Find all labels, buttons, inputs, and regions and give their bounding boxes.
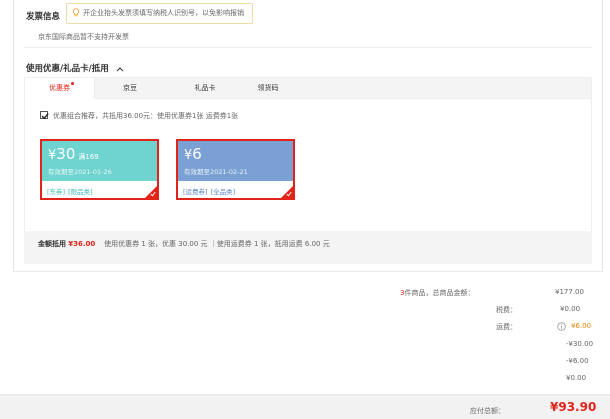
coupon-condition: 满169: [78, 153, 99, 161]
tab-gift-card[interactable]: 礼品卡: [170, 78, 240, 99]
shipping-discount-amount: -¥6.00: [566, 357, 589, 365]
total-row-goods: 3件商品，总商品金额：: [400, 288, 474, 298]
tab-label: 领货码: [257, 84, 279, 92]
coupon-validity: 有效期至2021-02-21: [184, 168, 248, 176]
tax-amount: ¥0.00: [560, 305, 581, 313]
new-dot-icon: [71, 82, 74, 85]
coupon-tag: [运费券]: [183, 188, 208, 196]
invoice-tip-text: 开企业抬头发票须填写纳税人识别号，以免影响报销: [83, 9, 244, 17]
tab-label: 礼品卡: [194, 84, 216, 92]
coupon-tag: [全品类]: [210, 188, 236, 196]
lightbulb-icon: [72, 8, 80, 17]
invoice-tip: 开企业抬头发票须填写纳税人识别号，以免影响报销: [66, 3, 253, 24]
chevron-up-icon: [116, 66, 124, 71]
coupon-card[interactable]: ¥30 满169 有效期至2021-01-26 [东券] [限品类]: [40, 139, 159, 200]
payable-label: 应付总额：: [470, 407, 505, 415]
tab-jingdou[interactable]: 京豆: [95, 78, 165, 99]
selected-check-icon: [150, 191, 156, 197]
coupon-tags: [运费券] [全品类]: [183, 186, 238, 196]
coupon-tags: [东券] [限品类]: [47, 186, 96, 196]
payable-amount: ¥93.90: [550, 400, 597, 414]
combo-checkbox[interactable]: [40, 111, 49, 120]
summary-label: 金额抵用: [38, 240, 66, 248]
divider: [24, 47, 592, 48]
coupon-amount: ¥30 满169: [48, 145, 99, 163]
invoice-title: 发票信息: [26, 12, 61, 22]
discount-section-toggle[interactable]: 使用优惠/礼品卡/抵用: [26, 62, 124, 74]
info-icon[interactable]: [557, 322, 566, 331]
goods-amount: ¥177.00: [555, 288, 584, 296]
coupon-card[interactable]: ¥6 有效期至2021-02-21 [运费券] [全品类]: [176, 139, 295, 200]
invoice-note: 京东国际商品暂不支持开发票: [38, 33, 129, 41]
shipping-amount: ¥6.00: [571, 322, 592, 330]
tax-label: 税费：: [496, 306, 517, 314]
coupon-amount: ¥6: [184, 145, 202, 163]
other-amount: ¥0.00: [566, 374, 587, 382]
coupon-validity: 有效期至2021-01-26: [48, 168, 112, 176]
checkout-bar: [0, 394, 610, 419]
coupon-tag: [限品类]: [68, 188, 93, 196]
combo-recommend: 优惠组合推荐，共抵用36.00元：使用优惠券1张 运费券1张: [40, 111, 238, 121]
discount-title: 使用优惠/礼品卡/抵用: [26, 64, 109, 74]
shipping-label: 运费：: [496, 323, 517, 331]
discount-tabs: 优惠券 京豆 礼品卡 领货码: [24, 77, 592, 99]
summary-detail: 使用优惠券 1 张，优惠 30.00 元 ｜使用运费券 1 张，抵用运费 6.0…: [104, 240, 330, 248]
goods-label: 件商品，总商品金额：: [404, 289, 475, 297]
tab-redeem-code[interactable]: 领货码: [233, 78, 303, 99]
tab-label: 京豆: [123, 84, 137, 92]
tab-coupon[interactable]: 优惠券: [25, 78, 95, 99]
discount-summary: 金额抵用 ¥36.00 使用优惠券 1 张，优惠 30.00 元 ｜使用运费券 …: [38, 239, 330, 249]
summary-amount: ¥36.00: [68, 240, 96, 248]
coupon-tag: [东券]: [47, 188, 66, 196]
discount-amount: -¥30.00: [566, 340, 594, 348]
tab-label: 优惠券: [49, 84, 70, 92]
check-icon: [41, 113, 49, 120]
selected-check-icon: [286, 191, 292, 197]
combo-label: 优惠组合推荐，共抵用36.00元：使用优惠券1张 运费券1张: [53, 112, 239, 120]
